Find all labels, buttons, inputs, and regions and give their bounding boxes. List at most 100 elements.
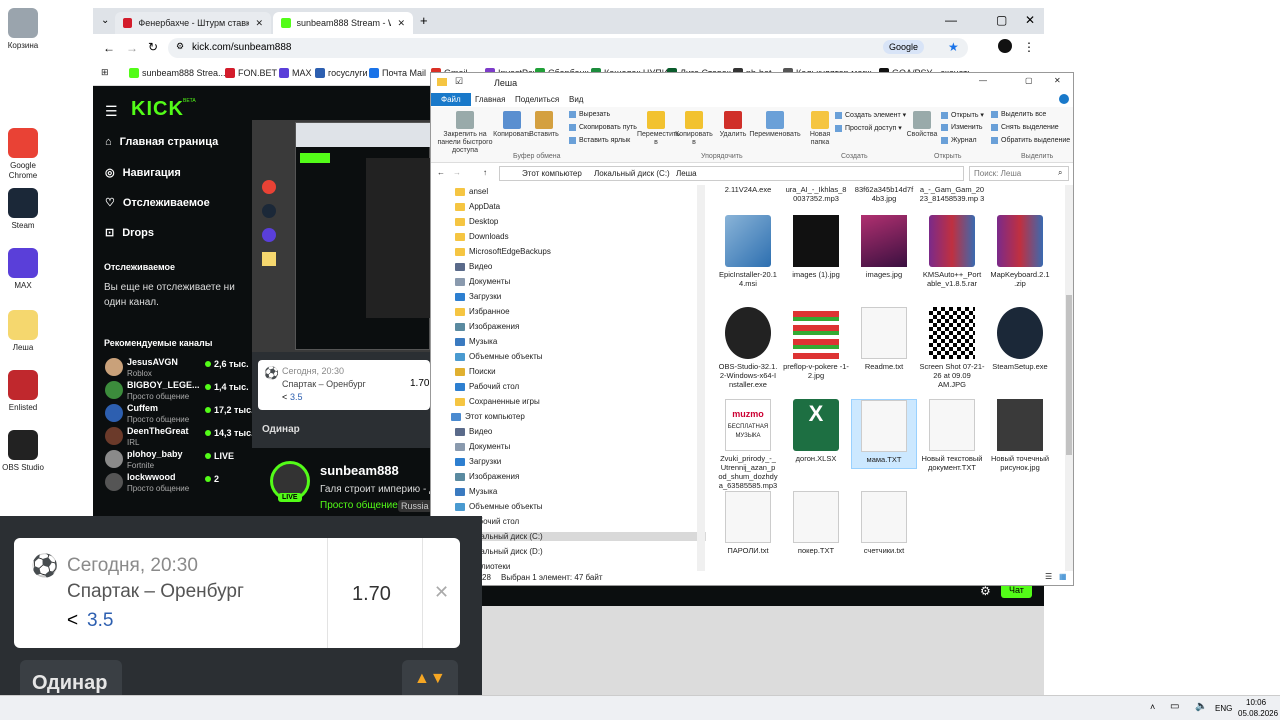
ribbon-small-button[interactable]: Вставить ярлык	[569, 137, 630, 144]
ribbon-button[interactable]: Закрепить на панели быстрого доступа	[433, 111, 497, 155]
help-icon[interactable]	[1059, 94, 1069, 104]
nav-scrollbar[interactable]	[697, 185, 705, 571]
tree-item[interactable]: Видео	[455, 427, 492, 436]
close-icon[interactable]: ✕	[397, 18, 405, 29]
path-field[interactable]: Этот компьютер Локальный диск (C:) Леша	[499, 166, 964, 181]
ribbon-small-button[interactable]: Скопировать путь	[569, 124, 637, 131]
apps-icon[interactable]: ⊞	[101, 67, 109, 78]
forward-icon[interactable]: →	[126, 41, 138, 55]
recommended-channel[interactable]: lockwwood Просто общение 2	[105, 471, 245, 497]
forward-icon[interactable]: →	[453, 168, 461, 177]
tree-item[interactable]: Изображения	[455, 322, 519, 331]
nav-following[interactable]: ♡ Отслеживаемое	[105, 196, 210, 210]
file-item[interactable]: Screen Shot 07-21-26 at 09.09 AM.JPG	[919, 307, 985, 389]
file-item[interactable]: muzmo БЕСПЛАТНАЯ МУЗЫКА Zvuki_prirody_-_ U…	[715, 399, 781, 490]
file-item[interactable]: images (1).jpg	[783, 215, 849, 279]
file-item[interactable]: a_-_Gam_Gam_20 23_81458539.mp 3	[919, 185, 985, 203]
file-item[interactable]: Readme.txt	[851, 307, 917, 371]
ribbon-button[interactable]: Свойства	[905, 111, 939, 139]
tree-item[interactable]: Видео	[455, 262, 492, 271]
desktop-icon[interactable]: Google Chrome	[0, 128, 46, 181]
close-icon[interactable]: ✕	[1054, 76, 1061, 85]
desktop-icon[interactable]: Леша	[0, 310, 46, 353]
tree-item[interactable]: Объемные объекты	[455, 502, 543, 511]
tree-item[interactable]: Избранное	[455, 307, 510, 316]
ribbon-small-button[interactable]: Простой доступ ▾	[835, 124, 902, 132]
ribbon-button[interactable]: Переместить в	[637, 111, 680, 147]
file-item[interactable]: images.jpg	[851, 215, 917, 279]
tab-sunbeam[interactable]: sunbeam888 Stream - Watch L... ✕	[273, 12, 413, 34]
tab-file[interactable]: Файл	[431, 93, 471, 106]
tree-item[interactable]: Изображения	[455, 472, 519, 481]
tree-item[interactable]: Этот компьютер	[451, 412, 525, 421]
minimize-icon[interactable]: —	[979, 76, 987, 85]
new-tab-icon[interactable]: +	[420, 13, 428, 28]
ribbon-small-button[interactable]: Открыть ▾	[941, 111, 984, 119]
bookmark-star-icon[interactable]: ★	[948, 40, 959, 54]
nav-browse[interactable]: ◎ Навигация	[105, 166, 181, 180]
file-item[interactable]: Новый текстовый документ.TXT	[919, 399, 985, 472]
file-item[interactable]: ПАРОЛИ.txt	[715, 491, 781, 555]
ribbon-small-button[interactable]: Журнал	[941, 137, 977, 144]
clock-time[interactable]: 10:06	[1246, 698, 1266, 707]
ribbon-button[interactable]: Копировать	[493, 111, 531, 139]
minimize-icon[interactable]: —	[945, 13, 957, 27]
stream-category[interactable]: Просто общение	[320, 500, 398, 511]
bookmark-item[interactable]: sunbeam888 Strea...	[129, 68, 226, 78]
file-item[interactable]: EpicInstaller-20.1 4.msi	[715, 215, 781, 288]
file-item[interactable]: Новый точечный рисунок.jpg	[987, 399, 1053, 472]
profile-avatar[interactable]	[998, 39, 1012, 53]
tree-item[interactable]: Downloads	[455, 232, 509, 241]
window-close-icon[interactable]: ✕	[1025, 13, 1035, 27]
file-item[interactable]: покер.TXT	[783, 491, 849, 555]
ribbon-small-button[interactable]: Выделить все	[991, 111, 1046, 118]
site-info-icon[interactable]: ⚙	[176, 41, 184, 52]
ribbon-small-button[interactable]: Обратить выделение	[991, 137, 1070, 144]
search-field[interactable]: Поиск: Леша ⌕	[969, 166, 1069, 181]
tab-fenerbahce[interactable]: Фенербахче - Штурм ставки ... ✕	[115, 12, 271, 34]
file-item[interactable]: мама.TXT	[851, 399, 917, 469]
streamer-name[interactable]: sunbeam888	[320, 463, 399, 478]
tab-view[interactable]: Вид	[569, 95, 583, 104]
close-icon[interactable]: ✕	[255, 18, 263, 29]
ribbon-button[interactable]: Вставить	[529, 111, 559, 139]
tree-item[interactable]: Объемные объекты	[455, 352, 543, 361]
ribbon-button[interactable]: Копировать в	[675, 111, 713, 147]
file-item[interactable]: 2.11V24A.exe	[715, 185, 781, 194]
tree-item[interactable]: Документы	[455, 442, 510, 451]
ribbon-small-button[interactable]: Создать элемент ▾	[835, 111, 906, 119]
ribbon-button[interactable]: Новая папка	[803, 111, 837, 147]
back-icon[interactable]: ←	[437, 168, 445, 177]
back-icon[interactable]: ←	[103, 41, 115, 55]
tree-item[interactable]: MicrosoftEdgeBackups	[455, 247, 551, 256]
url-field[interactable]: ⚙ kick.com/sunbeam888 Google ★	[168, 38, 968, 58]
file-item[interactable]: счетчики.txt	[851, 491, 917, 555]
scroll-thumb[interactable]	[1066, 295, 1072, 455]
ribbon-small-button[interactable]: Вырезать	[569, 111, 610, 118]
tree-item[interactable]: Desktop	[455, 217, 498, 226]
tree-item[interactable]: Рабочий стол	[455, 382, 519, 391]
tree-item[interactable]: ansel	[455, 187, 488, 196]
lang-indicator[interactable]: ENG	[1215, 704, 1232, 713]
file-item[interactable]: ura_AI_-_Ikhlas_8 0037352.mp3	[783, 185, 849, 203]
tree-item[interactable]: AppData	[455, 202, 500, 211]
tree-item[interactable]: Загрузки	[455, 292, 501, 301]
path-segment[interactable]: Этот компьютер	[522, 169, 582, 178]
network-icon[interactable]: ▭	[1170, 701, 1179, 712]
ribbon-button[interactable]: Удалить	[717, 111, 749, 139]
maximize-icon[interactable]: ▢	[1025, 76, 1033, 85]
check-icon[interactable]: ☑	[455, 76, 463, 87]
bookmark-item[interactable]: MAX	[279, 68, 312, 78]
bookmark-item[interactable]: Почта Mail	[369, 68, 426, 78]
volume-icon[interactable]: 🔈	[1195, 701, 1207, 712]
tab-search-icon[interactable]: ⌄	[101, 15, 109, 26]
tree-item[interactable]: Музыка	[455, 487, 497, 496]
desktop-icon[interactable]: MAX	[0, 248, 46, 291]
ribbon-small-button[interactable]: Изменить	[941, 124, 983, 131]
path-segment[interactable]: Локальный диск (C:)	[594, 169, 670, 178]
file-item[interactable]: preflop-v-pokere -1-2.jpg	[783, 307, 849, 380]
file-item[interactable]: KMSAuto++_Port able_v1.8.5.rar	[919, 215, 985, 288]
file-item[interactable]: MapKeyboard.2.1 .zip	[987, 215, 1053, 288]
stream-preview[interactable]	[252, 120, 431, 352]
menu-icon[interactable]: ⋮	[1023, 40, 1035, 54]
